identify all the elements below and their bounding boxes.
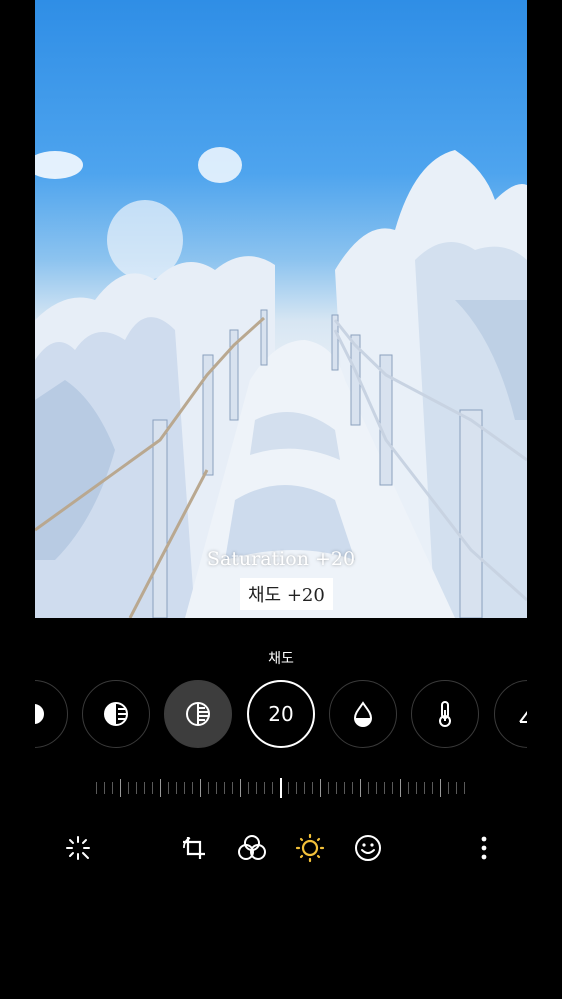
slider-tick <box>264 782 265 794</box>
filters-button[interactable] <box>236 832 268 864</box>
slider-tick <box>208 782 209 794</box>
slider-tick <box>456 782 457 794</box>
slider-tick <box>352 782 353 794</box>
slider-tick <box>136 782 137 794</box>
slider-tick <box>240 779 241 797</box>
slider-tick <box>384 782 385 794</box>
slider-tick <box>112 782 113 794</box>
adjustment-tool-label: 채도 <box>268 651 294 667</box>
saturation-value: 20 <box>268 702 294 726</box>
slider-tick <box>440 779 441 797</box>
slider-tick <box>120 779 121 797</box>
slider-tick <box>176 782 177 794</box>
slider-tick <box>416 782 417 794</box>
slider-tick <box>368 782 369 794</box>
slider-tick <box>184 782 185 794</box>
saturation-caption-korean: 채도 +20 <box>240 578 333 610</box>
slider-tick <box>128 782 129 794</box>
slider-tick <box>304 782 305 794</box>
saturation-caption: Saturation +20 <box>206 548 356 570</box>
slider-tick <box>448 782 449 794</box>
crop-rotate-button[interactable] <box>178 832 210 864</box>
decorations-button[interactable] <box>352 832 384 864</box>
dial-strip-mask-left <box>0 670 35 760</box>
slider-tick <box>168 782 169 794</box>
slider-tick <box>392 782 393 794</box>
slider-tick <box>232 782 233 794</box>
slider-tick <box>216 782 217 794</box>
contrast-icon <box>186 702 210 726</box>
slider-tick <box>152 782 153 794</box>
slider-tick <box>288 782 289 794</box>
slider-tick <box>464 782 465 794</box>
tint-icon <box>353 701 373 727</box>
slider-tick <box>408 782 409 794</box>
exposure-tool-button[interactable] <box>82 680 150 748</box>
crop-rotate-icon <box>183 837 205 859</box>
slider-center-tick <box>280 778 282 798</box>
adjust-icon <box>295 833 325 863</box>
slider-tick <box>224 782 225 794</box>
slider-tick <box>272 782 273 794</box>
slider-tick <box>200 779 201 797</box>
slider-tick <box>376 782 377 794</box>
slider-tick <box>328 782 329 794</box>
more-options-button[interactable] <box>468 832 500 864</box>
slider-tick <box>296 782 297 794</box>
slider-tick <box>320 779 321 797</box>
slider-tick <box>96 782 97 794</box>
slider-tick <box>344 782 345 794</box>
temperature-tool-button[interactable] <box>411 680 479 748</box>
auto-enhance-button[interactable] <box>62 832 94 864</box>
slider-tick <box>312 782 313 794</box>
more-options-icon <box>481 836 487 860</box>
slider-tick <box>256 782 257 794</box>
slider-tick <box>424 782 425 794</box>
snowy-trail-image <box>35 147 527 618</box>
decorations-icon <box>355 835 381 861</box>
slider-tick <box>144 782 145 794</box>
adjust-button[interactable] <box>294 832 326 864</box>
tint-tool-button[interactable] <box>329 680 397 748</box>
saturation-tool-button[interactable]: 20 <box>247 680 315 748</box>
slider-tick <box>160 779 161 797</box>
auto-enhance-icon <box>66 836 90 860</box>
contrast-tool-button[interactable] <box>164 680 232 748</box>
dial-strip-mask-right <box>527 670 562 760</box>
photo-preview[interactable]: Saturation +20 채도 +20 <box>35 0 527 618</box>
filters-icon <box>238 835 266 860</box>
slider-tick <box>248 782 249 794</box>
slider-tick <box>360 779 361 797</box>
slider-tick <box>104 782 105 794</box>
exposure-icon <box>104 702 128 726</box>
temperature-icon <box>439 701 451 727</box>
slider-tick <box>192 782 193 794</box>
slider-tick <box>432 782 433 794</box>
slider-tick <box>400 779 401 797</box>
value-slider[interactable] <box>96 778 466 798</box>
slider-tick <box>336 782 337 794</box>
